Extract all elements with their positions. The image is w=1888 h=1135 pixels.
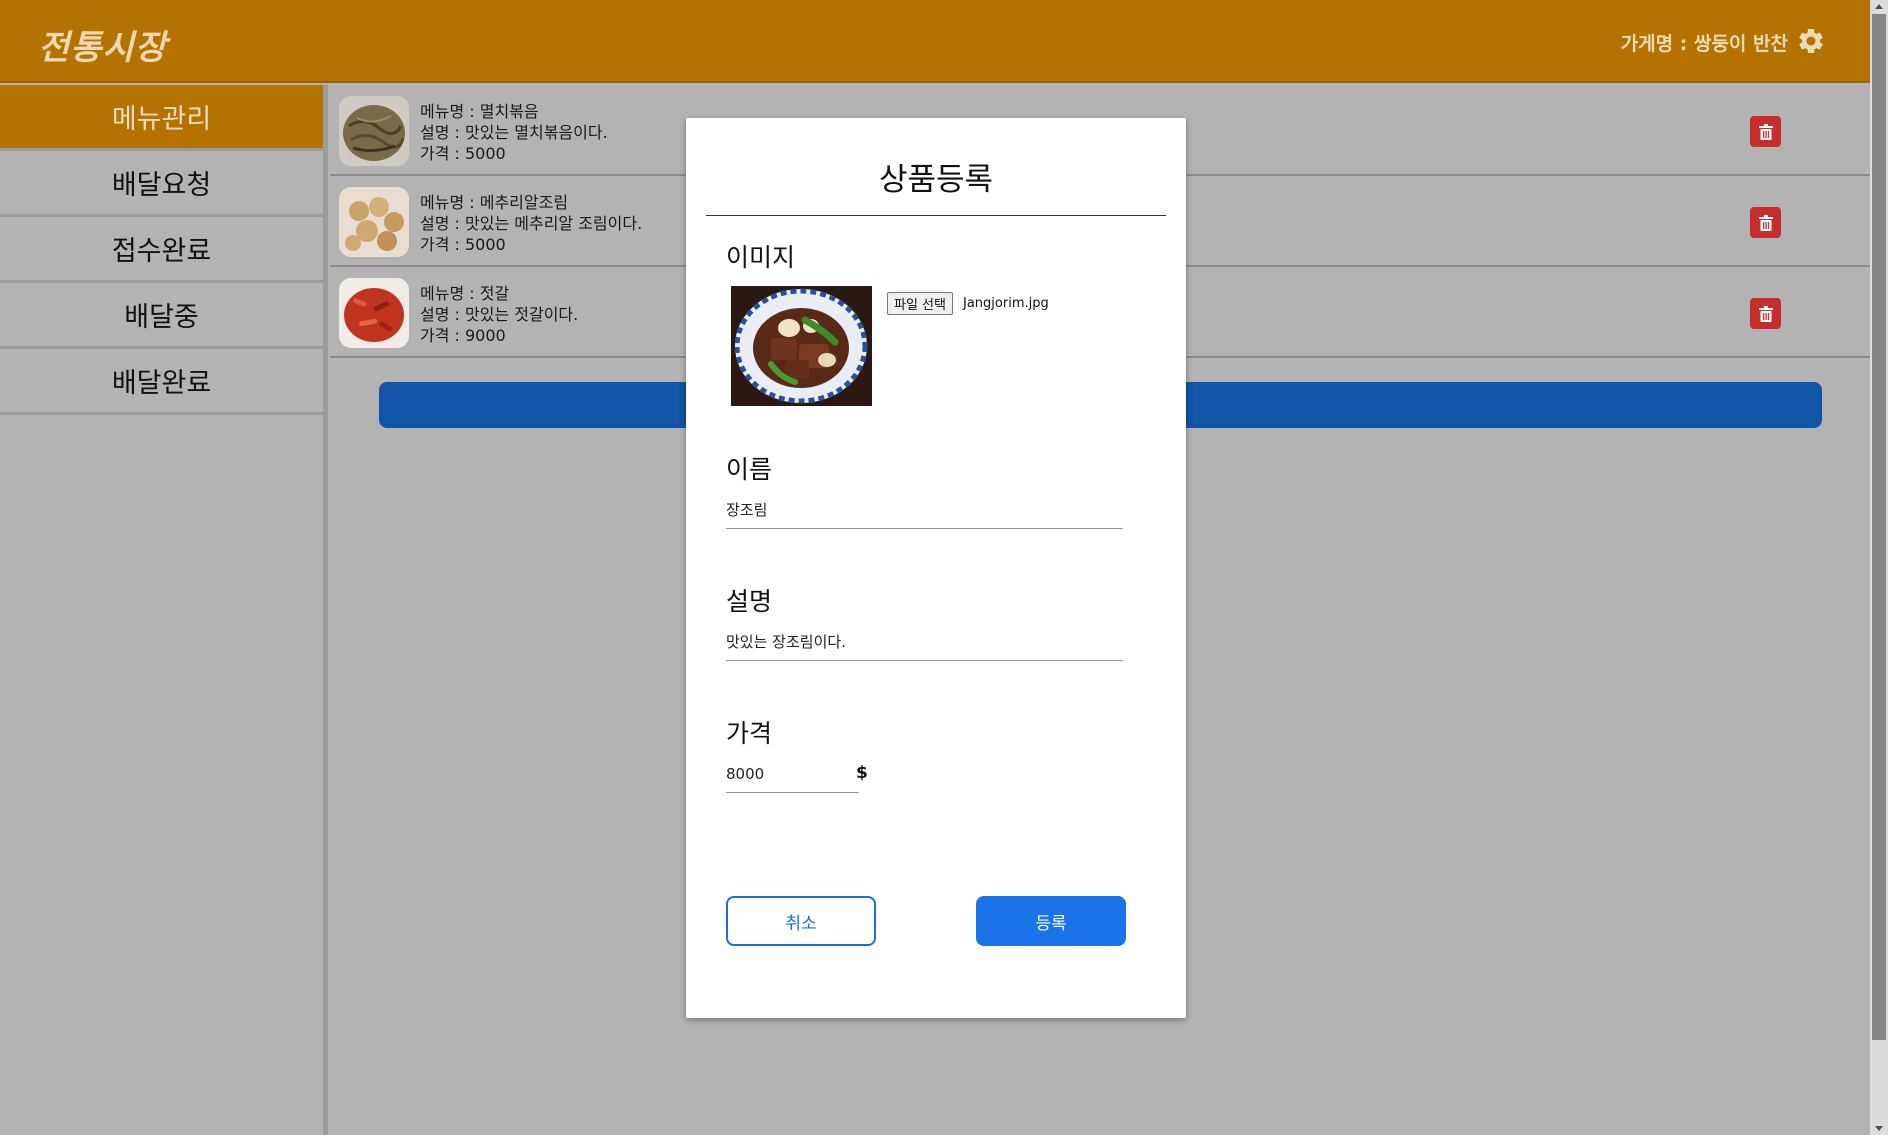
app-logo[interactable]: 전통시장 (38, 20, 167, 69)
name-field[interactable]: 장조림 (726, 491, 1123, 529)
delete-button[interactable] (1750, 298, 1781, 329)
sidebar-item-delivery-request[interactable]: 배달요청 (0, 151, 323, 217)
name-label: 이름 (726, 455, 773, 484)
menu-description: 설명 : 맛있는 멸치볶음이다. (420, 123, 608, 142)
trash-icon (1758, 305, 1773, 322)
gear-icon[interactable] (1796, 26, 1826, 56)
register-button[interactable]: 등록 (976, 896, 1126, 946)
menu-name: 메뉴명 : 메추리알조림 (420, 193, 569, 212)
menu-price: 가격 : 5000 (420, 144, 506, 163)
scrollbar[interactable] (1870, 0, 1888, 1135)
menu-thumbnail (339, 96, 409, 166)
product-register-modal: 상품등록 이미지 파일 선택 Jangjorim.jpg 이름 장조림 설명 맛… (686, 118, 1186, 1018)
scrollbar-thumb[interactable] (1872, 14, 1886, 1040)
trash-icon (1758, 214, 1773, 231)
delete-button[interactable] (1750, 207, 1781, 238)
cancel-button[interactable]: 취소 (726, 896, 876, 946)
sidebar: 메뉴관리 배달요청 접수완료 배달중 배달완료 (0, 85, 328, 1135)
description-label: 설명 (726, 587, 773, 616)
modal-title: 상품등록 (706, 154, 1166, 216)
scroll-down-icon[interactable] (1875, 1126, 1883, 1131)
trash-icon (1758, 123, 1773, 140)
menu-thumbnail (339, 187, 409, 257)
menu-name: 메뉴명 : 젓갈 (420, 284, 510, 303)
menu-description: 설명 : 맛있는 메추리알 조림이다. (420, 214, 643, 233)
menu-price: 가격 : 5000 (420, 235, 506, 254)
store-name: 가게명 : 쌍둥이 반찬 (1620, 33, 1788, 55)
price-label: 가격 (726, 719, 773, 748)
delete-button[interactable] (1750, 116, 1781, 147)
sidebar-item-menu[interactable]: 메뉴관리 (0, 85, 323, 151)
sidebar-item-accepted[interactable]: 접수완료 (0, 217, 323, 283)
currency-label: $ (856, 763, 868, 783)
scroll-up-icon[interactable] (1875, 4, 1883, 9)
price-field[interactable]: 8000 (726, 755, 859, 793)
sidebar-item-delivered[interactable]: 배달완료 (0, 349, 323, 415)
sidebar-item-delivering[interactable]: 배달중 (0, 283, 323, 349)
image-label: 이미지 (726, 243, 796, 272)
image-preview (731, 286, 872, 406)
menu-description: 설명 : 맛있는 젓갈이다. (420, 305, 579, 324)
menu-thumbnail (339, 278, 409, 348)
description-field[interactable]: 맛있는 장조림이다. (726, 623, 1123, 661)
file-select-button[interactable]: 파일 선택 (887, 292, 953, 315)
menu-name: 메뉴명 : 멸치볶음 (420, 102, 539, 121)
menu-price: 가격 : 9000 (420, 326, 506, 345)
app-header: 전통시장 가게명 : 쌍둥이 반찬 (0, 0, 1870, 83)
file-name: Jangjorim.jpg (963, 296, 1049, 311)
